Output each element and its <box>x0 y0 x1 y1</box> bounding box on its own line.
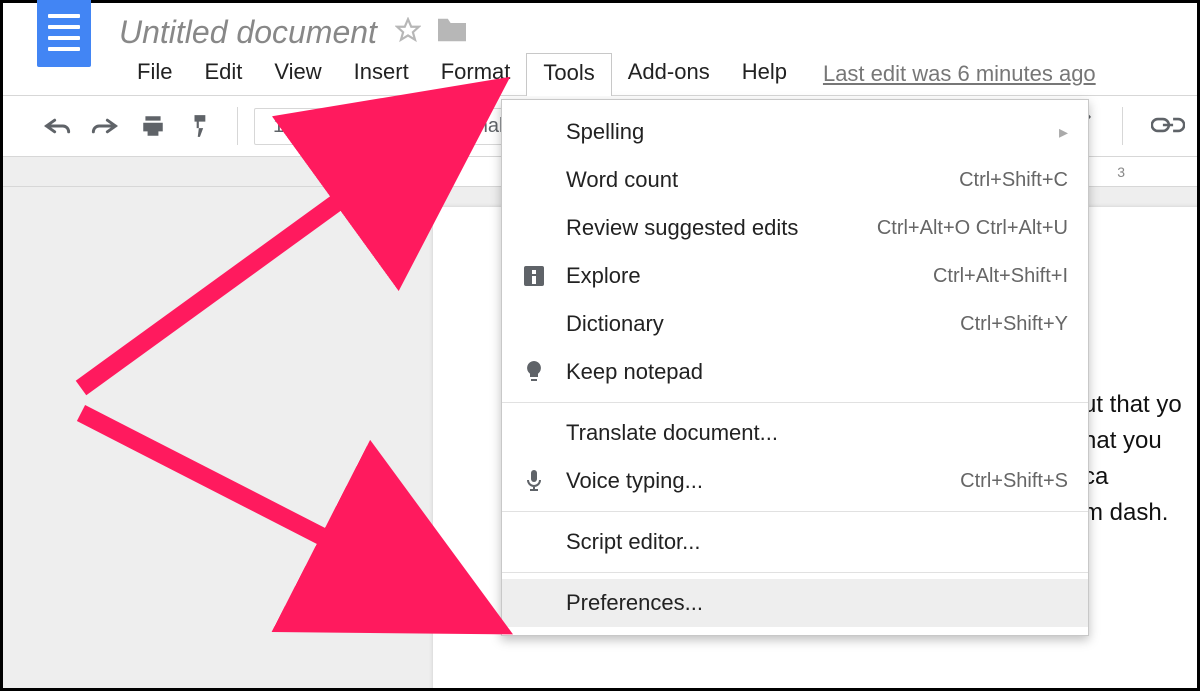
menu-item-review-suggested-edits[interactable]: Review suggested edits Ctrl+Alt+O Ctrl+A… <box>502 204 1088 252</box>
tools-dropdown: Spelling ▸ Word count Ctrl+Shift+C Revie… <box>501 99 1089 636</box>
lightbulb-icon <box>520 361 548 383</box>
print-button[interactable] <box>133 106 173 146</box>
ruler-mark: 1 <box>445 164 465 180</box>
menu-item-voice-typing[interactable]: Voice typing... Ctrl+Shift+S <box>502 457 1088 505</box>
menu-item-label: Translate document... <box>566 420 1068 446</box>
menu-format[interactable]: Format <box>425 53 527 95</box>
document-text: ut that yo <box>1083 387 1187 423</box>
menu-item-label: Keep notepad <box>566 359 1068 385</box>
zoom-select[interactable]: 100% ▼ <box>254 108 375 145</box>
insert-link-button[interactable] <box>1151 109 1185 143</box>
docs-logo-icon[interactable] <box>37 0 91 67</box>
document-title[interactable]: Untitled document <box>119 14 377 51</box>
menu-item-label: Review suggested edits <box>566 215 859 241</box>
menu-view[interactable]: View <box>258 53 337 95</box>
menu-item-explore[interactable]: Explore Ctrl+Alt+Shift+I <box>502 252 1088 300</box>
menu-item-label: Dictionary <box>566 311 942 337</box>
menu-addons[interactable]: Add-ons <box>612 53 726 95</box>
redo-button[interactable] <box>85 106 125 146</box>
menu-item-label: Word count <box>566 167 941 193</box>
folder-icon[interactable] <box>435 16 469 49</box>
undo-button[interactable] <box>37 106 77 146</box>
menu-item-label: Script editor... <box>566 529 1068 555</box>
submenu-arrow-icon: ▸ <box>1059 122 1068 143</box>
toolbar-separator <box>237 107 238 145</box>
menu-edit[interactable]: Edit <box>188 53 258 95</box>
menu-item-translate-document[interactable]: Translate document... <box>502 409 1088 457</box>
toolbar-separator <box>391 107 392 145</box>
menu-item-word-count[interactable]: Word count Ctrl+Shift+C <box>502 156 1088 204</box>
paint-format-button[interactable] <box>181 106 221 146</box>
document-text: hat you ca <box>1083 423 1187 495</box>
menu-item-script-editor[interactable]: Script editor... <box>502 518 1088 566</box>
menu-insert[interactable]: Insert <box>338 53 425 95</box>
document-text: m dash. <box>1083 495 1187 531</box>
menu-item-label: Voice typing... <box>566 468 942 494</box>
caret-down-icon: ▼ <box>336 119 348 133</box>
last-edit-link[interactable]: Last edit was 6 minutes ago <box>823 61 1096 87</box>
menu-item-shortcut: Ctrl+Alt+Shift+I <box>933 265 1068 288</box>
microphone-icon <box>520 470 548 492</box>
menu-separator <box>502 402 1088 403</box>
menu-separator <box>502 572 1088 573</box>
menu-item-shortcut: Ctrl+Shift+C <box>959 169 1068 192</box>
menu-item-shortcut: Ctrl+Shift+Y <box>960 313 1068 336</box>
star-icon[interactable] <box>395 17 421 48</box>
menu-item-keep-notepad[interactable]: Keep notepad <box>502 348 1088 396</box>
menu-separator <box>502 511 1088 512</box>
menu-file[interactable]: File <box>121 53 188 95</box>
menubar: File Edit View Insert Format Tools Add-o… <box>3 53 1197 95</box>
menu-item-label: Preferences... <box>566 590 1068 616</box>
menu-tools[interactable]: Tools <box>526 53 611 96</box>
toolbar-separator <box>1122 107 1123 145</box>
menu-help[interactable]: Help <box>726 53 803 95</box>
explore-icon <box>520 266 548 286</box>
menu-item-label: Explore <box>566 263 915 289</box>
menu-item-label: Spelling <box>566 119 1041 145</box>
zoom-value: 100% <box>273 115 324 138</box>
menu-item-spelling[interactable]: Spelling ▸ <box>502 108 1088 156</box>
menu-item-shortcut: Ctrl+Shift+S <box>960 470 1068 493</box>
menu-item-shortcut: Ctrl+Alt+O Ctrl+Alt+U <box>877 217 1068 240</box>
menu-item-dictionary[interactable]: Dictionary Ctrl+Shift+Y <box>502 300 1088 348</box>
ruler-mark: 3 <box>1117 164 1137 180</box>
menu-item-preferences[interactable]: Preferences... <box>502 579 1088 627</box>
